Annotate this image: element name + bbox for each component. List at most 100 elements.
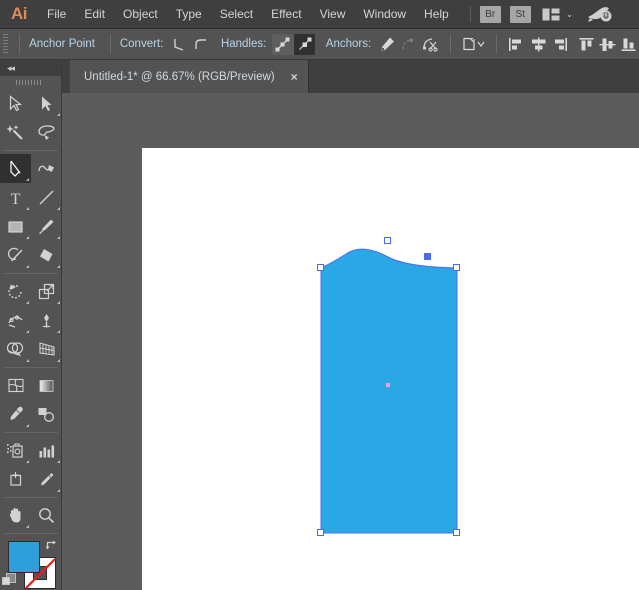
- bottom-left-anchor[interactable]: [317, 529, 324, 536]
- align-vertical-center-button[interactable]: [597, 34, 618, 55]
- right-shoulder-anchor[interactable]: [453, 264, 460, 271]
- anchors-label: Anchors:: [326, 38, 371, 50]
- direct-selection-tool-icon: [39, 95, 54, 112]
- tool-artboard[interactable]: [0, 465, 31, 494]
- align-bottom-button[interactable]: [618, 34, 639, 55]
- tool-symbol-sprayer[interactable]: [0, 436, 31, 465]
- tool-flyout-indicator: [26, 178, 29, 181]
- menu-item-object[interactable]: Object: [114, 0, 167, 29]
- arrange-documents-button[interactable]: ⌄: [542, 8, 574, 21]
- menu-item-type[interactable]: Type: [167, 0, 211, 29]
- collapse-panel-icon[interactable]: ◂◂: [7, 63, 14, 74]
- convert-to-corner-icon: [172, 37, 187, 52]
- tool-mesh[interactable]: [0, 371, 31, 400]
- align-top-button[interactable]: [575, 34, 596, 55]
- tool-shaper[interactable]: [0, 241, 31, 270]
- remove-anchor-button[interactable]: [377, 34, 398, 55]
- tool-flyout-indicator: [57, 265, 60, 268]
- tool-column-graph[interactable]: [31, 436, 62, 465]
- rotate-tool-icon: [7, 283, 25, 300]
- connect-anchors-button[interactable]: [398, 34, 419, 55]
- tool-zoom[interactable]: [31, 501, 62, 530]
- tool-blend[interactable]: [31, 400, 62, 429]
- active-tool-label: Anchor Point: [29, 38, 95, 50]
- tool-line-segment[interactable]: [31, 183, 62, 212]
- menu-item-file[interactable]: File: [38, 0, 75, 29]
- tool-separator-6: [4, 533, 58, 534]
- bridge-button[interactable]: Br: [480, 6, 501, 23]
- tool-paintbrush[interactable]: [31, 212, 62, 241]
- swap-fill-stroke-button[interactable]: [45, 539, 58, 557]
- menu-item-select[interactable]: Select: [211, 0, 262, 29]
- tool-direct-selection[interactable]: [31, 89, 62, 118]
- tool-shape-builder[interactable]: [0, 335, 31, 364]
- tool-free-transform[interactable]: [31, 306, 62, 335]
- menu-item-help[interactable]: Help: [415, 0, 458, 29]
- hand-tool-icon: [7, 507, 25, 524]
- tool-group-drawing: T: [0, 154, 62, 270]
- tool-width[interactable]: [0, 306, 31, 335]
- menu-item-view[interactable]: View: [311, 0, 355, 29]
- convert-to-smooth-button[interactable]: [191, 34, 212, 55]
- tool-lasso[interactable]: [31, 118, 62, 147]
- tool-hand[interactable]: [0, 501, 31, 530]
- peak-anchor[interactable]: [384, 237, 391, 244]
- tools-panel: ◂◂: [0, 60, 62, 590]
- tool-pen[interactable]: [0, 154, 31, 183]
- menu-item-edit[interactable]: Edit: [75, 0, 114, 29]
- default-fill-stroke-button[interactable]: [2, 573, 16, 590]
- fill-swatch[interactable]: [8, 541, 40, 573]
- tool-gradient[interactable]: [31, 371, 62, 400]
- menu-item-window[interactable]: Window: [354, 0, 415, 29]
- width-tool-icon: [7, 312, 25, 329]
- stock-button[interactable]: St: [510, 6, 531, 23]
- tools-panel-header[interactable]: ◂◂: [0, 60, 61, 76]
- convert-to-corner-button[interactable]: [169, 34, 190, 55]
- left-shoulder-anchor[interactable]: [317, 264, 324, 271]
- align-horizontal-center-button[interactable]: [528, 34, 549, 55]
- tool-magic-wand[interactable]: [0, 118, 31, 147]
- control-bar-grip[interactable]: [0, 29, 10, 60]
- menu-item-effect[interactable]: Effect: [262, 0, 310, 29]
- curvature-tool-icon: [37, 161, 56, 177]
- close-icon[interactable]: ×: [291, 70, 298, 84]
- cut-path-button[interactable]: [420, 34, 441, 55]
- control-bar: Anchor Point Convert: Handles:: [0, 29, 639, 60]
- tool-rectangle[interactable]: [0, 212, 31, 241]
- transform-reshape-button[interactable]: [460, 34, 488, 55]
- tool-perspective-grid[interactable]: [31, 335, 62, 364]
- align-left-button[interactable]: [506, 34, 527, 55]
- grip-dots-icon: [3, 33, 8, 55]
- menu-bar: Ai File Edit Object Type Select Effect V…: [0, 0, 639, 29]
- blend-tool-icon: [37, 406, 56, 423]
- canvas-area[interactable]: [62, 93, 639, 590]
- illustrator-window: Ai File Edit Object Type Select Effect V…: [0, 0, 639, 590]
- symbol-sprayer-tool-icon: [6, 442, 25, 459]
- tool-scale[interactable]: [31, 277, 62, 306]
- tool-rotate[interactable]: [0, 277, 31, 306]
- tool-type[interactable]: T: [0, 183, 31, 212]
- tool-flyout-indicator: [26, 330, 29, 333]
- align-right-button[interactable]: [549, 34, 570, 55]
- paintbrush-tool-icon: [38, 218, 55, 235]
- bottom-right-anchor[interactable]: [453, 529, 460, 536]
- document-tab[interactable]: Untitled-1* @ 66.67% (RGB/Preview) ×: [70, 60, 309, 93]
- magic-wand-tool-icon: [7, 124, 24, 141]
- tool-eraser[interactable]: [31, 241, 62, 270]
- tool-eyedropper[interactable]: [0, 400, 31, 429]
- right-curve-anchor[interactable]: [424, 253, 431, 260]
- tool-curvature[interactable]: [31, 154, 62, 183]
- pen-tool-icon: [7, 160, 24, 178]
- remove-anchor-icon: [379, 36, 396, 53]
- tool-flyout-indicator: [57, 489, 60, 492]
- show-handles-button[interactable]: [272, 34, 293, 55]
- tool-selection[interactable]: [0, 89, 31, 118]
- hide-handles-button[interactable]: [294, 34, 315, 55]
- scale-tool-icon: [38, 283, 56, 300]
- align-vertical-center-icon: [599, 37, 616, 52]
- swap-fill-stroke-icon: [45, 539, 58, 552]
- tools-panel-grip[interactable]: [0, 76, 61, 89]
- rocket-power-button[interactable]: [587, 5, 613, 23]
- tool-flyout-indicator: [57, 236, 60, 239]
- tool-slice[interactable]: [31, 465, 62, 494]
